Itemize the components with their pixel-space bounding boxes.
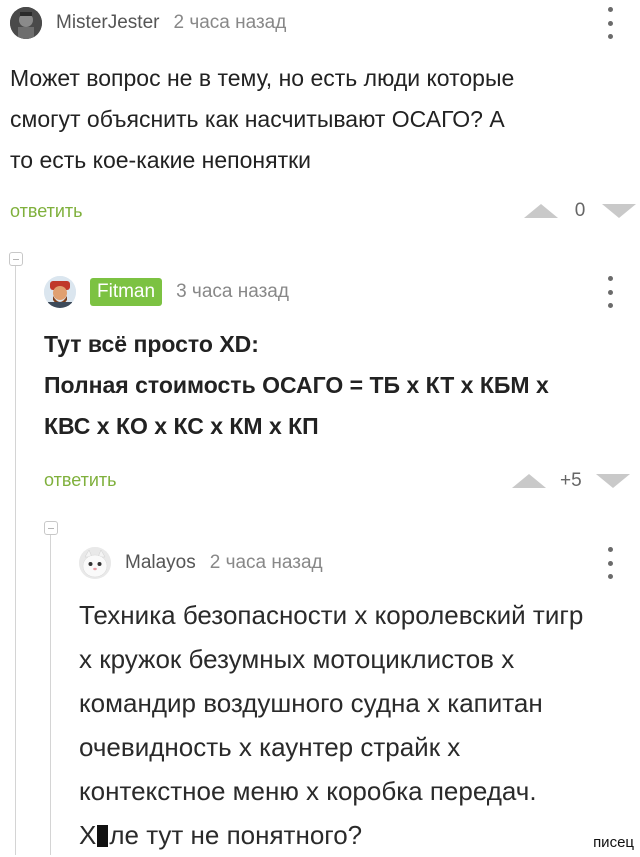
comment-fitman: Fitman 3 часа назад Тут всё просто XD: П…: [44, 272, 630, 447]
comment-time: 3 часа назад: [176, 281, 289, 302]
comment-text: Может вопрос не в тему, но есть люди кот…: [10, 65, 515, 173]
author-name[interactable]: Malayos: [125, 552, 196, 574]
comment-time: 2 часа назад: [173, 12, 287, 33]
comment-misterjester: MisterJester 2 часа назад Может вопрос н…: [10, 3, 630, 181]
comment-text: Тут всё просто XD: Полная стоимость ОСАГ…: [44, 331, 549, 439]
comment-header: Fitman 3 часа назад: [44, 272, 630, 312]
vote-score: +5: [560, 470, 582, 491]
text-fragment: Х: [79, 820, 97, 850]
more-dots-icon[interactable]: [607, 276, 613, 308]
more-dots-icon[interactable]: [607, 7, 613, 39]
avatar-fitman-icon: [44, 276, 76, 308]
comment-text: Техника безопасности х королевский тигр …: [79, 600, 584, 806]
collapse-thread-icon[interactable]: [9, 252, 23, 266]
vote-controls: +5: [512, 470, 630, 492]
text-fragment: ле тут не понятного?: [109, 820, 363, 850]
upvote-icon[interactable]: [512, 474, 546, 488]
avatar[interactable]: [79, 547, 111, 579]
author-name[interactable]: Fitman: [90, 278, 163, 306]
comment-actions: ответить: [44, 465, 117, 495]
comment-malayos: Malayos 2 часа назад Техника безопасност…: [79, 543, 630, 857]
avatar-misterjester-icon: [10, 7, 42, 39]
comment-body: Техника безопасности х королевский тигр …: [79, 593, 630, 857]
comment-header: MisterJester 2 часа назад: [10, 3, 630, 43]
collapse-thread-icon[interactable]: [44, 521, 58, 535]
avatar[interactable]: [44, 276, 76, 308]
reply-link[interactable]: ответить: [44, 470, 117, 491]
downvote-icon[interactable]: [595, 474, 630, 488]
vote-controls: 0: [524, 200, 636, 222]
censor-block: [97, 825, 109, 847]
comment-text-last-line: Хле тут не понятного?: [79, 813, 630, 857]
avatar-malayos-icon: [79, 547, 111, 579]
more-dots-icon[interactable]: [607, 547, 613, 579]
comment-actions: ответить: [10, 196, 83, 226]
reply-link[interactable]: ответить: [10, 201, 83, 222]
upvote-icon[interactable]: [524, 204, 558, 218]
avatar[interactable]: [10, 7, 42, 39]
comment-time: 2 часа назад: [209, 552, 323, 573]
comment-header: Malayos 2 часа назад: [79, 543, 630, 583]
downvote-icon[interactable]: [602, 204, 636, 218]
thread-line: [15, 266, 16, 855]
author-name[interactable]: MisterJester: [56, 12, 159, 34]
thread-line: [50, 535, 51, 855]
watermark: писец: [593, 834, 634, 851]
vote-score: 0: [574, 200, 586, 221]
